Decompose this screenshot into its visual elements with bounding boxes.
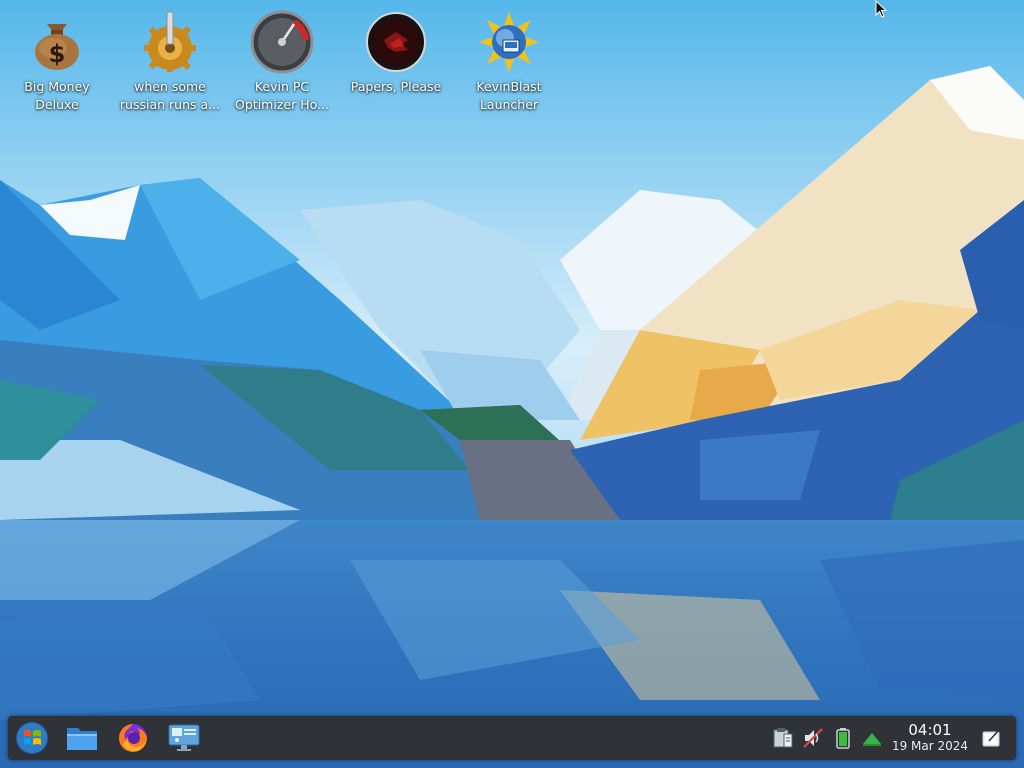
speedometer-icon [250, 10, 314, 74]
network-tray-button[interactable] [860, 726, 884, 750]
clipboard-tray-button[interactable] [771, 726, 795, 750]
desktop-icon-big-money-deluxe[interactable]: $ Big Money Deluxe [1, 4, 113, 114]
firefox-button[interactable] [115, 720, 151, 756]
gear-icon [144, 11, 196, 72]
papers-please-icon [366, 12, 426, 72]
audio-tray-button[interactable] [801, 726, 825, 750]
desktop-icon-russian-runs[interactable]: when some russian runs a... [114, 4, 226, 114]
firefox-icon [119, 724, 147, 752]
svg-text:$: $ [49, 40, 66, 68]
network-icon [863, 733, 881, 746]
desktop-icon-label: Papers, Please [350, 79, 442, 94]
clock-time: 04:01 [908, 721, 952, 739]
battery-icon [836, 728, 850, 749]
desktop-icon-kevinblast-launcher[interactable]: KevinBlast Launcher [453, 4, 565, 114]
show-desktop-button[interactable] [980, 726, 1004, 750]
desktop-icon-label: Kevin PC Optimizer Ho... [235, 79, 329, 112]
money-bag-icon: $ [35, 24, 79, 70]
digital-clock[interactable]: 04:01 19 Mar 2024 [886, 721, 974, 754]
clock-date: 19 Mar 2024 [891, 739, 969, 753]
system-settings-button[interactable] [166, 720, 202, 756]
desktop-icon-label: KevinBlast Launcher [476, 79, 542, 112]
desktop-icon-kevin-pc-optimizer[interactable]: Kevin PC Optimizer Ho... [226, 4, 338, 114]
clipboard-icon [773, 728, 793, 748]
desktop-wallpaper [0, 0, 1024, 768]
file-manager-button[interactable] [64, 720, 100, 756]
folder-icon [67, 728, 97, 750]
show-desktop-icon [982, 729, 1001, 747]
taskbar-panel: 04:01 19 Mar 2024 [8, 716, 1016, 760]
mouse-pointer-icon [875, 0, 888, 18]
start-menu-icon [16, 722, 48, 754]
system-settings-icon [168, 724, 200, 751]
audio-muted-icon [803, 728, 823, 748]
start-menu-button[interactable] [14, 720, 50, 756]
desktop-icon-papers-please[interactable]: Papers, Please [340, 4, 452, 96]
desktop-icon-label: Big Money Deluxe [24, 79, 90, 112]
battery-tray-button[interactable] [831, 726, 855, 750]
kevinblast-icon [479, 12, 539, 72]
desktop-icon-label: when some russian runs a... [119, 79, 221, 112]
